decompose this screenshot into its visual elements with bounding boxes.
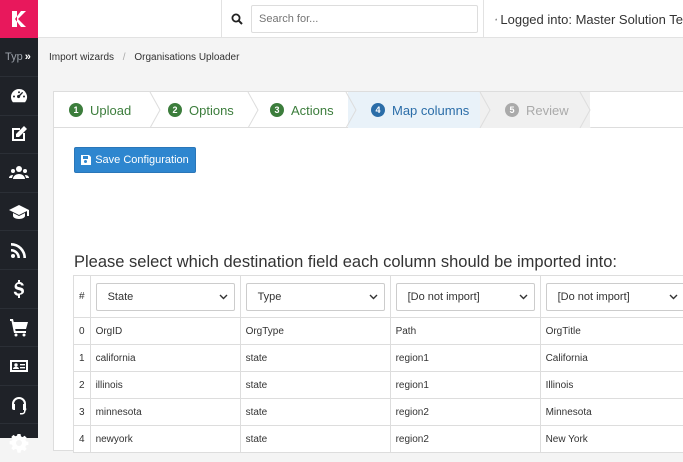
table-row: 2 illinois state region1 Illinois <box>74 372 683 399</box>
table-cell: OrgID <box>90 318 240 345</box>
sidebar-item-settings[interactable] <box>0 423 38 462</box>
destination-select-1[interactable]: State <box>96 283 235 311</box>
breadcrumb-item-import-wizards[interactable]: Import wizards <box>49 52 114 63</box>
row-number: 2 <box>74 372 91 399</box>
row-number: 0 <box>74 318 91 345</box>
wizard-steps: 1 Upload 2 Options 3 Actions 4 Map colum… <box>54 92 683 128</box>
wizard-step-separators <box>54 92 683 128</box>
sidebar-item-feeds[interactable] <box>0 230 38 269</box>
sidebar-item-shop[interactable] <box>0 308 38 347</box>
table-cell: Path <box>390 318 540 345</box>
save-configuration-label: Save Configuration <box>95 154 189 166</box>
row-number: 4 <box>74 426 91 453</box>
breadcrumb: Import wizards / Organisations Uploader <box>49 52 239 63</box>
headset-icon <box>9 395 29 415</box>
logged-in-label: Logged into: Master Solution Te <box>500 12 683 27</box>
row-number-header: # <box>74 276 91 318</box>
sidebar-item-users[interactable] <box>0 153 38 192</box>
users-icon <box>495 13 497 26</box>
destination-select-3[interactable]: [Do not import] <box>396 283 535 311</box>
sidebar-item-edit[interactable] <box>0 115 38 154</box>
table-cell: state <box>240 372 390 399</box>
table-cell: OrgType <box>240 318 390 345</box>
mapping-cell: Type <box>240 276 390 318</box>
select-value: [Do not import] <box>558 291 630 303</box>
expand-icon: » <box>25 51 31 63</box>
rss-icon <box>9 240 29 260</box>
users-icon <box>9 163 29 183</box>
sidebar: Typ » <box>0 0 38 438</box>
search-input[interactable] <box>251 5 478 33</box>
table-cell: california <box>90 345 240 372</box>
settings-icon <box>9 433 29 453</box>
breadcrumb-item-organisations-uploader: Organisations Uploader <box>134 52 239 63</box>
column-mapping-table: # State Type [Do not import] [Do not imp… <box>73 275 683 453</box>
sidebar-item-support[interactable] <box>0 385 38 424</box>
table-cell: Illinois <box>540 372 683 399</box>
table-cell: New York <box>540 426 683 453</box>
save-configuration-button[interactable]: Save Configuration <box>74 147 196 173</box>
table-row: 0 OrgID OrgType Path OrgTitle <box>74 318 683 345</box>
sidebar-type-toggle[interactable]: Typ » <box>0 38 38 76</box>
sidebar-item-finance[interactable] <box>0 269 38 308</box>
sidebar-item-contacts[interactable] <box>0 346 38 385</box>
table-cell: region2 <box>390 399 540 426</box>
row-number: 3 <box>74 399 91 426</box>
table-cell: newyork <box>90 426 240 453</box>
breadcrumb-separator: / <box>123 52 126 63</box>
select-value: State <box>108 291 134 303</box>
destination-select-2[interactable]: Type <box>246 283 385 311</box>
table-cell: minnesota <box>90 399 240 426</box>
type-label: Typ <box>5 51 23 63</box>
search-button[interactable] <box>221 0 251 38</box>
select-value: [Do not import] <box>408 291 480 303</box>
table-cell: state <box>240 345 390 372</box>
chevron-down-icon <box>519 294 528 300</box>
mapping-cell: State <box>90 276 240 318</box>
select-value: Type <box>258 291 282 303</box>
dashboard-icon <box>9 86 29 106</box>
chevron-down-icon <box>369 294 378 300</box>
table-cell: region1 <box>390 372 540 399</box>
graduation-cap-icon <box>9 202 29 222</box>
dollar-icon <box>9 279 29 299</box>
table-row: 1 california state region1 California <box>74 345 683 372</box>
mapping-instruction: Please select which destination field ea… <box>74 253 617 272</box>
destination-select-4[interactable]: [Do not import] <box>546 283 683 311</box>
edit-icon <box>9 124 29 144</box>
table-cell: region1 <box>390 345 540 372</box>
search-icon <box>231 13 243 25</box>
table-row: 4 newyork state region2 New York <box>74 426 683 453</box>
table-cell: OrgTitle <box>540 318 683 345</box>
table-cell: illinois <box>90 372 240 399</box>
logo[interactable] <box>0 0 38 38</box>
logo-icon <box>9 9 29 29</box>
user-menu[interactable]: Logged into: Master Solution Te <box>483 0 683 38</box>
sidebar-item-courses[interactable] <box>0 192 38 231</box>
mapping-cell: [Do not import] <box>390 276 540 318</box>
table-cell: region2 <box>390 426 540 453</box>
chevron-down-icon <box>219 294 228 300</box>
cart-icon <box>9 317 29 337</box>
floppy-disk-icon <box>81 155 91 165</box>
table-cell: Minnesota <box>540 399 683 426</box>
id-card-icon <box>9 356 29 376</box>
mapping-select-row: # State Type [Do not import] [Do not imp… <box>74 276 683 318</box>
table-cell: state <box>240 426 390 453</box>
table-row: 3 minnesota state region2 Minnesota <box>74 399 683 426</box>
row-number: 1 <box>74 345 91 372</box>
mapping-cell: [Do not import] <box>540 276 683 318</box>
chevron-down-icon <box>669 294 678 300</box>
table-cell: state <box>240 399 390 426</box>
sidebar-item-dashboard[interactable] <box>0 76 38 115</box>
top-bar: Logged into: Master Solution Te <box>38 0 683 38</box>
table-cell: California <box>540 345 683 372</box>
